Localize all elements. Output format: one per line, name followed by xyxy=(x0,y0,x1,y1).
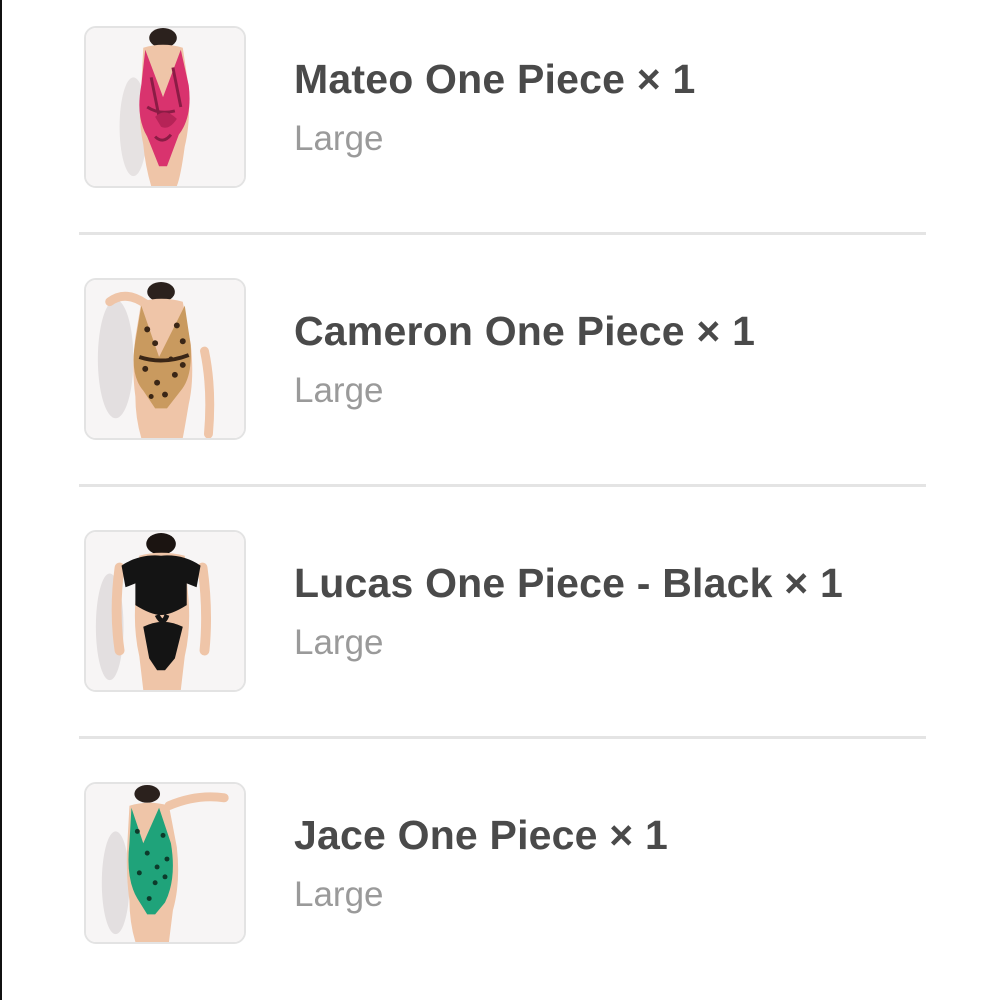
item-title: Jace One Piece × 1 xyxy=(294,811,668,859)
item-quantity: × 1 xyxy=(784,560,843,606)
item-title: Cameron One Piece × 1 xyxy=(294,307,755,355)
order-item[interactable]: Mateo One Piece × 1 Large xyxy=(2,0,1000,252)
item-title: Lucas One Piece - Black × 1 xyxy=(294,559,843,607)
leopard-print-swimsuit-photo-icon[interactable] xyxy=(84,278,246,440)
item-name: Lucas One Piece - Black xyxy=(294,560,773,606)
order-item[interactable]: Cameron One Piece × 1 Large xyxy=(2,252,1000,504)
order-item-list: Mateo One Piece × 1 Large Cameron One Pi… xyxy=(2,0,1000,1000)
item-divider xyxy=(79,484,926,487)
item-name: Cameron One Piece xyxy=(294,308,685,354)
item-quantity: × 1 xyxy=(636,56,696,102)
item-variant: Large xyxy=(294,119,384,158)
order-item[interactable]: Lucas One Piece - Black × 1 Large xyxy=(2,504,1000,756)
item-name: Mateo One Piece xyxy=(294,56,626,102)
item-divider xyxy=(79,232,926,235)
item-variant: Large xyxy=(294,371,384,410)
item-title: Mateo One Piece × 1 xyxy=(294,55,695,103)
pink-snakeskin-swimsuit-photo-icon[interactable] xyxy=(84,26,246,188)
item-quantity: × 1 xyxy=(696,308,756,354)
green-leopard-swimsuit-photo-icon[interactable] xyxy=(84,782,246,944)
item-name: Jace One Piece xyxy=(294,812,598,858)
item-variant: Large xyxy=(294,623,384,662)
order-item[interactable]: Jace One Piece × 1 Large xyxy=(2,756,1000,1000)
item-variant: Large xyxy=(294,875,384,914)
order-summary-screen: Mateo One Piece × 1 Large Cameron One Pi… xyxy=(0,0,1000,1000)
item-quantity: × 1 xyxy=(609,812,669,858)
black-cutout-swimsuit-photo-icon[interactable] xyxy=(84,530,246,692)
item-divider xyxy=(79,736,926,739)
